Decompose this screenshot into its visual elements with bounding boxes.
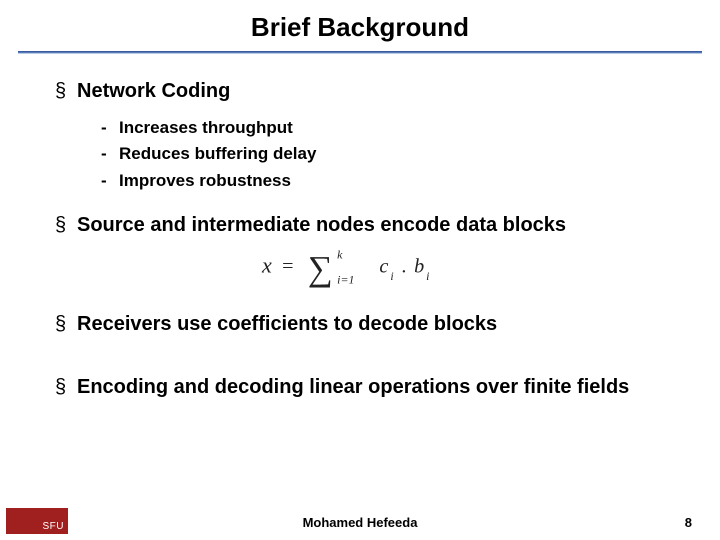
bullet-receivers-decode: Receivers use coefficients to decode blo… [55,311,685,338]
page-title: Brief Background [0,0,720,51]
sub-improves-robustness: Improves robustness [101,168,685,194]
bullet-encode-blocks: Source and intermediate nodes encode dat… [55,212,685,239]
formula-lower: i=1 [337,273,354,287]
formula-eq: = [282,256,293,278]
formula-b: b [414,256,424,278]
formula-c: c [379,256,388,278]
sub-increases-throughput: Increases throughput [101,115,685,141]
footer-author: Mohamed Hefeeda [0,515,720,530]
formula-b-sub: i [426,269,429,283]
sub-reduces-buffering: Reduces buffering delay [101,141,685,167]
formula-upper: k [337,248,343,262]
formula-lhs: x [261,253,272,278]
formula-dot: . [401,256,406,278]
footer-page-number: 8 [685,515,692,530]
formula-c-sub: i [390,269,393,283]
formula: x = ∑ k i=1 c i . b i [55,245,685,289]
bullet-linear-operations: Encoding and decoding linear operations … [55,374,685,401]
bullet-network-coding: Network Coding [55,78,685,105]
formula-svg: x = ∑ k i=1 c i . b i [251,245,489,289]
slide-content: Network Coding Increases throughput Redu… [0,54,720,401]
sub-list: Increases throughput Reduces buffering d… [101,115,685,194]
sigma-icon: ∑ [308,249,333,288]
